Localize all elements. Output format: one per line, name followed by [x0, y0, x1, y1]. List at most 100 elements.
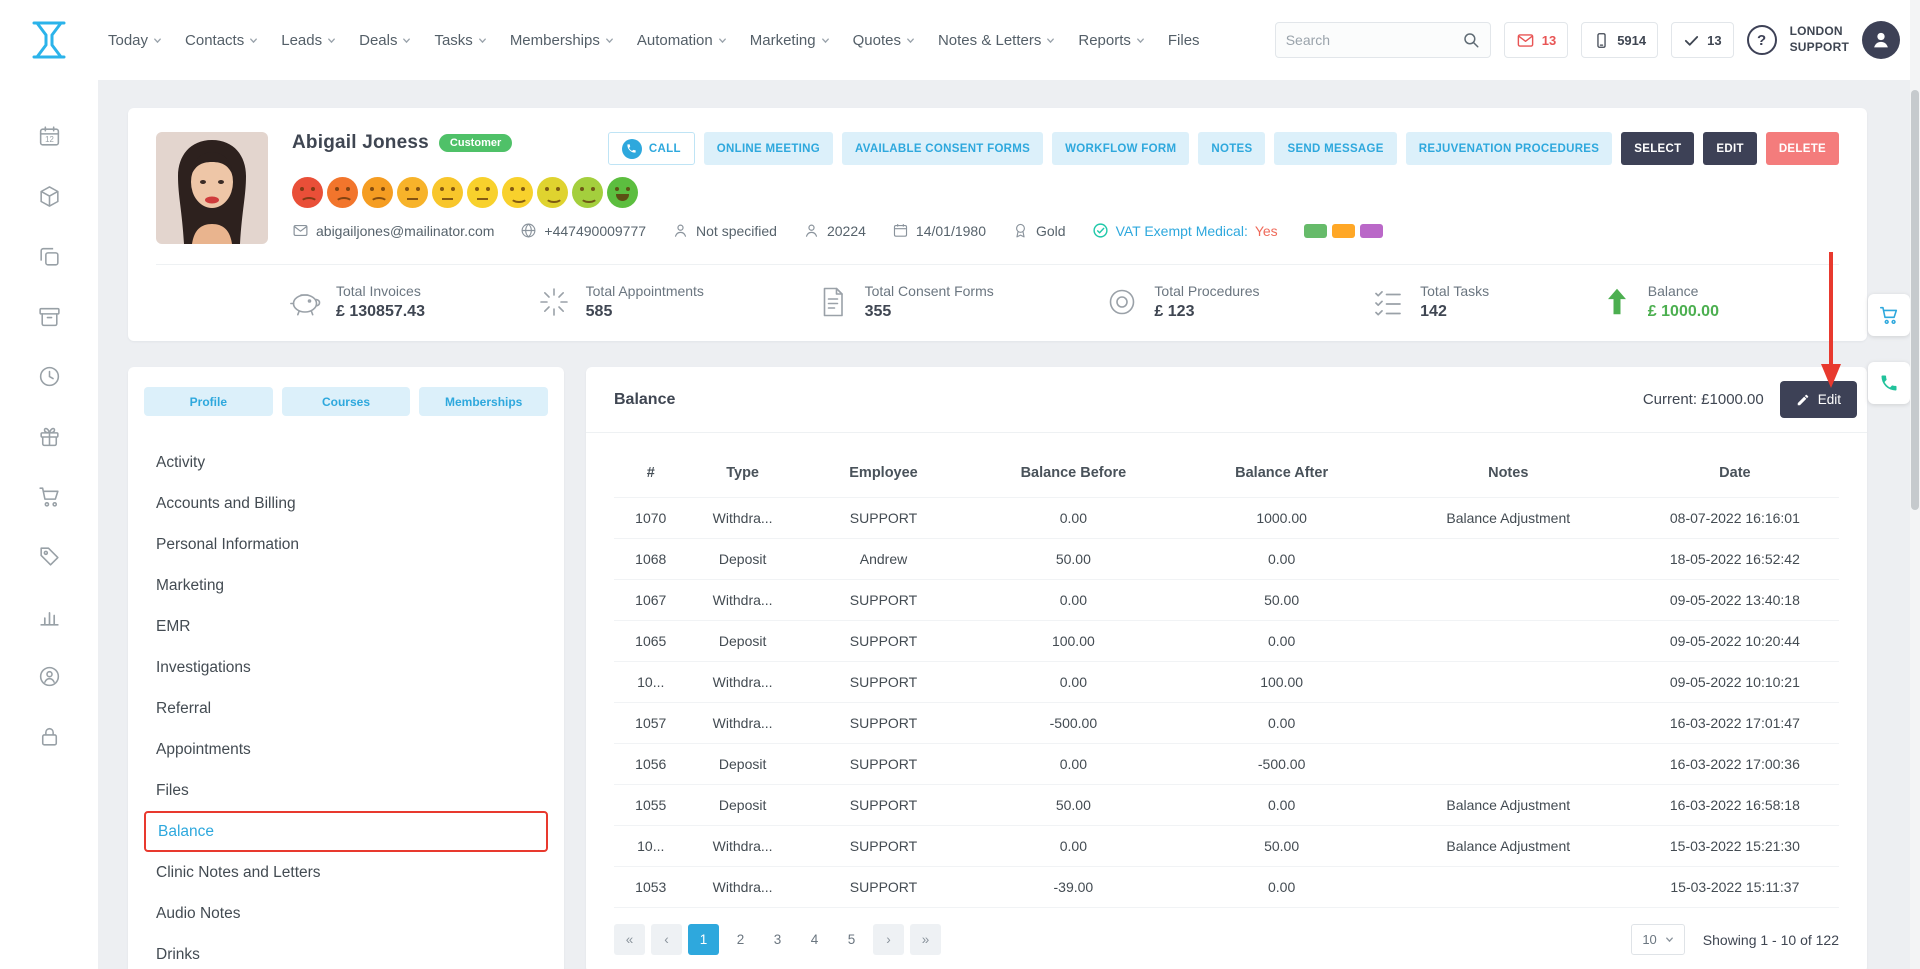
table-row[interactable]: 1070Withdra...SUPPORT0.001000.00Balance … — [614, 498, 1839, 539]
nav-item-deals[interactable]: Deals — [359, 32, 411, 49]
client-phone-number[interactable]: +447490009777 — [520, 222, 646, 239]
nav-item-marketing[interactable]: Marketing — [750, 32, 830, 49]
nav-item-contacts[interactable]: Contacts — [185, 32, 258, 49]
table-row[interactable]: 1067Withdra...SUPPORT0.0050.0009-05-2022… — [614, 580, 1839, 621]
menu-item-balance[interactable]: Balance — [144, 811, 548, 852]
nav-item-tasks[interactable]: Tasks — [434, 32, 486, 49]
edit-balance-button[interactable]: Edit — [1780, 381, 1857, 418]
table-row[interactable]: 1068DepositAndrew50.000.0018-05-2022 16:… — [614, 539, 1839, 580]
menu-item-files[interactable]: Files — [144, 770, 548, 811]
mood-face-6[interactable] — [467, 177, 498, 208]
client-photo[interactable] — [156, 132, 268, 244]
workflow-form-button[interactable]: WORKFLOW FORM — [1052, 132, 1189, 165]
tasks-badge[interactable]: 13 — [1671, 22, 1733, 58]
page-3-button[interactable]: 3 — [762, 924, 793, 955]
gift-icon[interactable] — [37, 424, 62, 449]
lock-icon[interactable] — [37, 724, 62, 749]
nav-item-automation[interactable]: Automation — [637, 32, 727, 49]
page-2-button[interactable]: 2 — [725, 924, 756, 955]
client-email[interactable]: abigailjones@mailinator.com — [292, 222, 494, 239]
search-icon[interactable] — [1462, 31, 1480, 49]
table-row[interactable]: 10...Withdra...SUPPORT0.00100.0009-05-20… — [614, 662, 1839, 703]
next-page-button[interactable]: › — [873, 924, 904, 955]
help-button[interactable]: ? — [1747, 25, 1777, 55]
client-tag-3[interactable] — [1360, 224, 1383, 238]
mood-face-7[interactable] — [502, 177, 533, 208]
menu-item-personal-information[interactable]: Personal Information — [144, 524, 548, 565]
support-icon[interactable] — [37, 664, 62, 689]
call-button[interactable]: CALL — [608, 132, 695, 165]
floating-phone-button[interactable] — [1868, 362, 1910, 404]
account-label: LONDON SUPPORT — [1790, 24, 1849, 55]
client-photo-image — [156, 132, 268, 244]
phone-badge[interactable]: 5914 — [1581, 22, 1658, 58]
menu-item-clinic-notes-and-letters[interactable]: Clinic Notes and Letters — [144, 852, 548, 893]
user-menu-avatar[interactable] — [1862, 21, 1900, 59]
page-5-button[interactable]: 5 — [836, 924, 867, 955]
menu-item-appointments[interactable]: Appointments — [144, 729, 548, 770]
table-row[interactable]: 10...Withdra...SUPPORT0.0050.00Balance A… — [614, 826, 1839, 867]
page-4-button[interactable]: 4 — [799, 924, 830, 955]
mood-face-10[interactable] — [607, 177, 638, 208]
nav-item-files[interactable]: Files — [1168, 32, 1200, 49]
delete-button[interactable]: DELETE — [1766, 132, 1839, 165]
history-icon[interactable] — [37, 364, 62, 389]
nav-item-memberships[interactable]: Memberships — [510, 32, 614, 49]
mood-face-1[interactable] — [292, 177, 323, 208]
duplicate-icon[interactable] — [37, 244, 62, 269]
send-message-button[interactable]: SEND MESSAGE — [1274, 132, 1396, 165]
first-page-button[interactable]: « — [614, 924, 645, 955]
mood-face-2[interactable] — [327, 177, 358, 208]
table-row[interactable]: 1056DepositSUPPORT0.00-500.0016-03-2022 … — [614, 744, 1839, 785]
menu-item-activity[interactable]: Activity — [144, 442, 548, 483]
online-meeting-button[interactable]: ONLINE MEETING — [704, 132, 833, 165]
tab-courses[interactable]: Courses — [282, 387, 411, 416]
nav-item-today[interactable]: Today — [108, 32, 162, 49]
menu-item-accounts-and-billing[interactable]: Accounts and Billing — [144, 483, 548, 524]
archive-icon[interactable] — [37, 304, 62, 329]
app-logo[interactable] — [0, 18, 98, 62]
scrollbar[interactable] — [1910, 0, 1920, 969]
cart-icon[interactable] — [37, 484, 62, 509]
notes-button[interactable]: NOTES — [1198, 132, 1265, 165]
client-tag-2[interactable] — [1332, 224, 1355, 238]
available-consent-forms-button[interactable]: AVAILABLE CONSENT FORMS — [842, 132, 1043, 165]
table-row[interactable]: 1055DepositSUPPORT50.000.00Balance Adjus… — [614, 785, 1839, 826]
floating-cart-button[interactable] — [1868, 294, 1910, 336]
mood-face-4[interactable] — [397, 177, 428, 208]
table-row[interactable]: 1057Withdra...SUPPORT-500.000.0016-03-20… — [614, 703, 1839, 744]
menu-item-audio-notes[interactable]: Audio Notes — [144, 893, 548, 934]
products-icon[interactable] — [37, 184, 62, 209]
nav-item-leads[interactable]: Leads — [281, 32, 336, 49]
menu-item-drinks[interactable]: Drinks — [144, 934, 548, 969]
search-input[interactable] — [1286, 32, 1462, 48]
rejuvenation-procedures-button[interactable]: REJUVENATION PROCEDURES — [1406, 132, 1613, 165]
menu-item-marketing[interactable]: Marketing — [144, 565, 548, 606]
mood-face-3[interactable] — [362, 177, 393, 208]
edit-client-button[interactable]: EDIT — [1703, 132, 1756, 165]
tab-profile[interactable]: Profile — [144, 387, 273, 416]
page-1-button[interactable]: 1 — [688, 924, 719, 955]
mail-badge[interactable]: 13 — [1504, 22, 1568, 58]
reports-icon[interactable] — [37, 604, 62, 629]
mood-face-5[interactable] — [432, 177, 463, 208]
table-row[interactable]: 1053Withdra...SUPPORT-39.000.0015-03-202… — [614, 867, 1839, 908]
calendar-icon[interactable]: 12 — [37, 124, 62, 149]
prev-page-button[interactable]: ‹ — [651, 924, 682, 955]
last-page-button[interactable]: » — [910, 924, 941, 955]
nav-item-notes-letters[interactable]: Notes & Letters — [938, 32, 1055, 49]
menu-item-investigations[interactable]: Investigations — [144, 647, 548, 688]
tab-memberships[interactable]: Memberships — [419, 387, 548, 416]
mood-face-9[interactable] — [572, 177, 603, 208]
table-row[interactable]: 1065DepositSUPPORT100.000.0009-05-2022 1… — [614, 621, 1839, 662]
menu-item-emr[interactable]: EMR — [144, 606, 548, 647]
tag-icon[interactable] — [37, 544, 62, 569]
mood-face-8[interactable] — [537, 177, 568, 208]
nav-item-quotes[interactable]: Quotes — [853, 32, 915, 49]
select-button[interactable]: SELECT — [1621, 132, 1694, 165]
client-tag-1[interactable] — [1304, 224, 1327, 238]
page-size-select[interactable]: 10 — [1631, 924, 1684, 955]
menu-item-referral[interactable]: Referral — [144, 688, 548, 729]
scrollbar-thumb[interactable] — [1911, 90, 1919, 510]
nav-item-reports[interactable]: Reports — [1078, 32, 1145, 49]
